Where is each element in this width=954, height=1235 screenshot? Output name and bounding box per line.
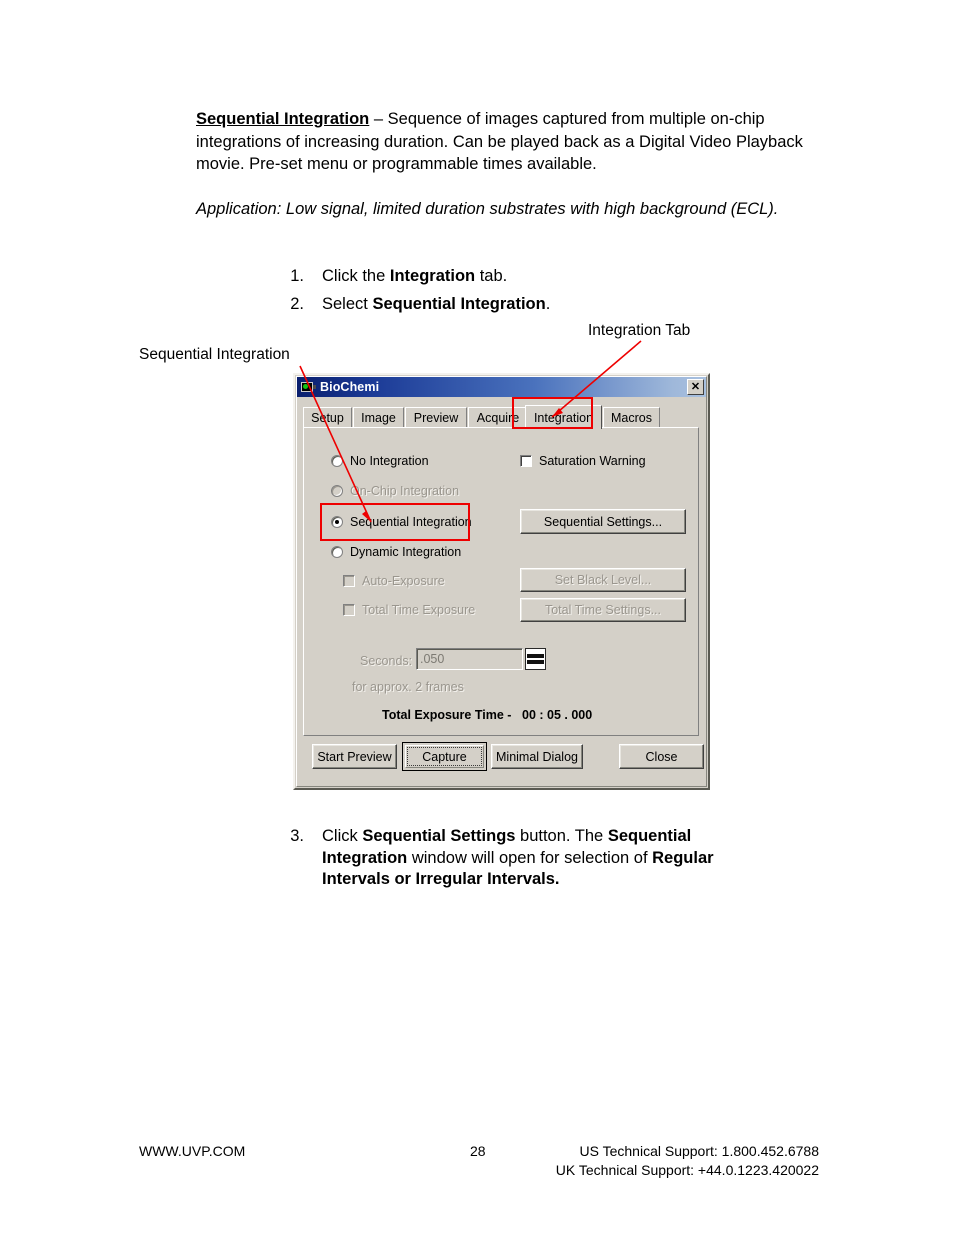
tab-strip: Setup Image Preview Acquire Integration … [303,405,699,429]
intro-paragraph: Sequential Integration – Sequence of ima… [196,108,816,176]
checkbox-icon [343,604,355,616]
footer-page-number: 28 [470,1143,486,1159]
dialog-titlebar[interactable]: BioChemi ✕ [297,377,706,397]
spinner-down-icon[interactable] [527,660,544,664]
step-text-bold: Integration [389,267,476,285]
integration-tab-page: No Integration On-Chip Integration Seque… [303,427,699,736]
radio-icon [331,516,343,528]
tab-macros[interactable]: Macros [603,407,660,428]
biochemi-dialog: BioChemi ✕ Setup Image Preview Acquire I… [293,373,710,790]
close-button[interactable]: Close [619,744,704,769]
step-item: 1. Click the Integration tab. [278,265,798,287]
tab-preview[interactable]: Preview [405,407,467,428]
checkbox-label: Auto-Exposure [362,574,445,588]
footer-row-2: UK Technical Support: +44.0.1223.420022 [139,1161,819,1180]
footer-website: WWW.UVP.COM [139,1143,246,1159]
radio-label: Sequential Integration [350,515,472,529]
radio-icon [331,455,343,467]
sequential-settings-button[interactable]: Sequential Settings... [520,509,686,534]
step-number: 3. [290,827,304,845]
set-black-level-button: Set Black Level... [520,568,686,592]
radio-dynamic-integration[interactable]: Dynamic Integration [331,545,461,559]
radio-icon [331,546,343,558]
page-footer: WWW.UVP.COM 28 US Technical Support: 1.8… [139,1142,819,1180]
step-item: 3. Click Sequential Settings button. The … [278,826,778,891]
button-label: Start Preview [317,749,392,764]
button-label: Minimal Dialog [496,749,578,764]
seconds-label: Seconds: [360,654,413,668]
steps-list-bottom: 3. Click Sequential Settings button. The … [278,826,778,897]
radio-no-integration[interactable]: No Integration [331,454,429,468]
application-paragraph: Application: Low signal, limited duratio… [196,199,779,218]
camera-icon [300,380,316,394]
step-number: 1. [290,267,304,285]
total-time-settings-button: Total Time Settings... [520,598,686,622]
button-label: Sequential Settings... [543,514,663,529]
button-label: Close [645,749,678,764]
checkbox-saturation-warning[interactable]: Saturation Warning [520,454,646,468]
step-text-bold: Sequential Integration [372,295,546,313]
step-text-post: tab. [475,267,508,285]
checkbox-total-time-exposure: Total Time Exposure [343,603,475,617]
tab-integration[interactable]: Integration [525,405,602,429]
step-item: 2. Select Sequential Integration. [278,293,798,315]
footer-support-us: US Technical Support: 1.800.452.6788 [579,1143,819,1159]
spinner-up-icon[interactable] [527,654,544,658]
button-label: Set Black Level... [554,573,652,587]
step3-b1: Sequential Settings [362,827,516,845]
tab-image[interactable]: Image [353,407,404,428]
step-text-post: . [545,295,551,313]
radio-label: On-Chip Integration [350,484,460,498]
footer-support-uk: UK Technical Support: +44.0.1223.420022 [555,1162,819,1178]
intro-dash: – [369,110,388,128]
tab-setup[interactable]: Setup [303,407,352,428]
footer-row-1: WWW.UVP.COM 28 US Technical Support: 1.8… [139,1142,819,1161]
radio-sequential-integration[interactable]: Sequential Integration [331,515,472,529]
step3-t2: button. The [515,827,608,845]
total-exposure-label: Total Exposure Time - [382,708,512,722]
step-text-pre: Select [322,295,373,313]
dialog-title: BioChemi [320,380,380,394]
button-label: Total Time Settings... [544,603,662,617]
checkbox-label: Saturation Warning [539,454,646,468]
tab-acquire[interactable]: Acquire [468,407,528,428]
checkbox-icon [343,575,355,587]
step-number: 2. [290,295,304,313]
annotation-label-sequential-integration: Sequential Integration [139,346,290,363]
capture-button[interactable]: Capture [402,742,487,771]
checkbox-icon [520,455,532,467]
total-exposure-value: 00 : 05 . 000 [522,708,593,722]
steps-list-top: 1. Click the Integration tab. 2. Select Se… [278,265,798,321]
checkbox-label: Total Time Exposure [362,603,476,617]
minimal-dialog-button[interactable]: Minimal Dialog [491,744,583,769]
seconds-spinner[interactable] [525,648,546,670]
step3-t3: window will open for selection of [407,848,653,867]
radio-on-chip-integration: On-Chip Integration [331,484,459,498]
close-icon[interactable]: ✕ [687,379,704,395]
step3-t1: Click [322,827,363,845]
button-label: Capture [422,749,467,764]
term-sequential-integration: Sequential Integration [196,110,370,128]
radio-label: Dynamic Integration [350,545,462,559]
annotation-label-integration-tab: Integration Tab [588,322,691,339]
start-preview-button[interactable]: Start Preview [312,744,397,769]
seconds-input[interactable]: .050 [416,648,523,670]
dialog-button-bar: Start Preview Capture Minimal Dialog Clo… [303,740,704,780]
document-body: Sequential Integration – Sequence of ima… [196,108,816,220]
checkbox-auto-exposure: Auto-Exposure [343,574,445,588]
radio-icon [331,485,343,497]
radio-label: No Integration [350,454,429,468]
frames-note: for approx. 2 frames [352,680,464,694]
step-text-pre: Click the [322,267,390,285]
